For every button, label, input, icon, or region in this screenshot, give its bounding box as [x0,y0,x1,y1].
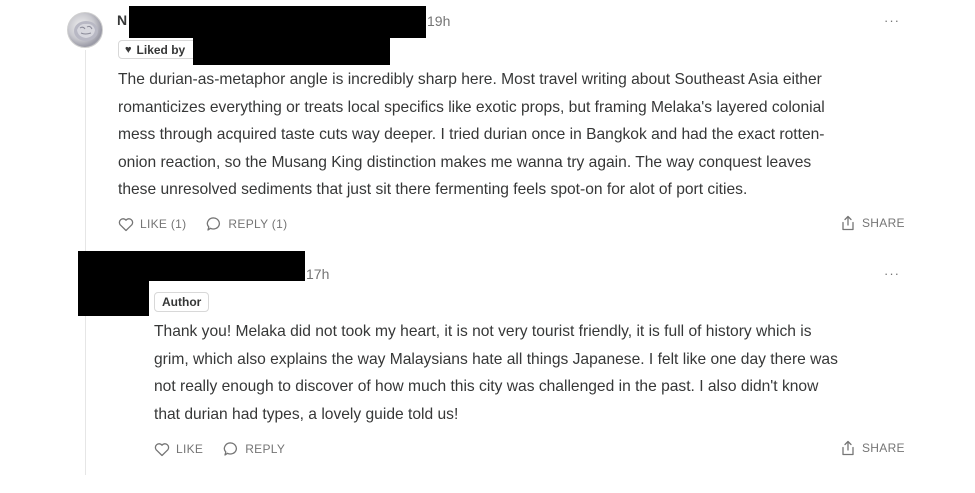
comment-line: onion reaction, so the Musang King disti… [118,153,812,171]
more-options-icon[interactable]: ··· [884,266,900,281]
reply-button[interactable]: REPLY [223,441,285,457]
comment-body: The durian-as-metaphor angle is incredib… [118,66,825,204]
share-label: SHARE [862,441,905,455]
like-label: LIKE (1) [140,217,187,231]
redacted-author-name [78,251,305,281]
reply-label: REPLY [245,442,286,456]
avatar-image [74,21,98,41]
share-label: SHARE [862,216,905,230]
more-options-icon[interactable]: ··· [884,13,900,28]
redacted-liked-by-name [193,37,390,65]
heart-filled-icon: ♥ [125,43,132,56]
like-label: LIKE [176,442,204,456]
comment-body: Thank you! Melaka did not took my heart,… [154,318,838,428]
heart-outline-icon [118,217,134,231]
comment-line: Thank you! Melaka did not took my heart,… [154,323,812,340]
speech-bubble-icon [207,217,221,231]
comment-line: grim, which also explains the way Malays… [154,350,838,368]
like-button[interactable]: LIKE [154,442,203,457]
avatar[interactable] [67,12,103,48]
share-button[interactable]: SHARE [841,440,905,456]
share-button[interactable]: SHARE [841,215,905,231]
share-upload-icon [842,440,854,456]
comment-line: not really enough to discover of how muc… [154,378,819,395]
comment-line: that durian had types, a lovely guide to… [154,405,459,423]
share-upload-icon [842,215,854,231]
liked-by-label: Liked by [136,42,186,57]
reply-button[interactable]: REPLY (1) [206,216,287,232]
heart-outline-icon [154,442,170,456]
author-badge: Author [154,292,210,312]
comment-line: mess through acquired taste cuts way dee… [118,126,825,143]
like-button[interactable]: LIKE (1) [118,217,186,232]
reply-label: REPLY (1) [228,217,288,231]
comment-actions: LIKE REPLY [154,441,305,457]
speech-bubble-icon [223,442,238,456]
comment-line: The durian-as-metaphor angle is incredib… [118,71,822,88]
comment-author-name[interactable]: N [117,12,127,28]
comment-line: romanticizes everything or treats local … [118,98,825,116]
comment-actions: LIKE (1) REPLY (1) [118,216,307,232]
redacted-author-name [129,6,426,38]
comment-timestamp[interactable]: 19h [427,13,450,29]
comment-timestamp[interactable]: 17h [306,266,329,282]
redacted-avatar [78,278,149,316]
comment-line: these unresolved sediments that just sit… [118,181,748,198]
